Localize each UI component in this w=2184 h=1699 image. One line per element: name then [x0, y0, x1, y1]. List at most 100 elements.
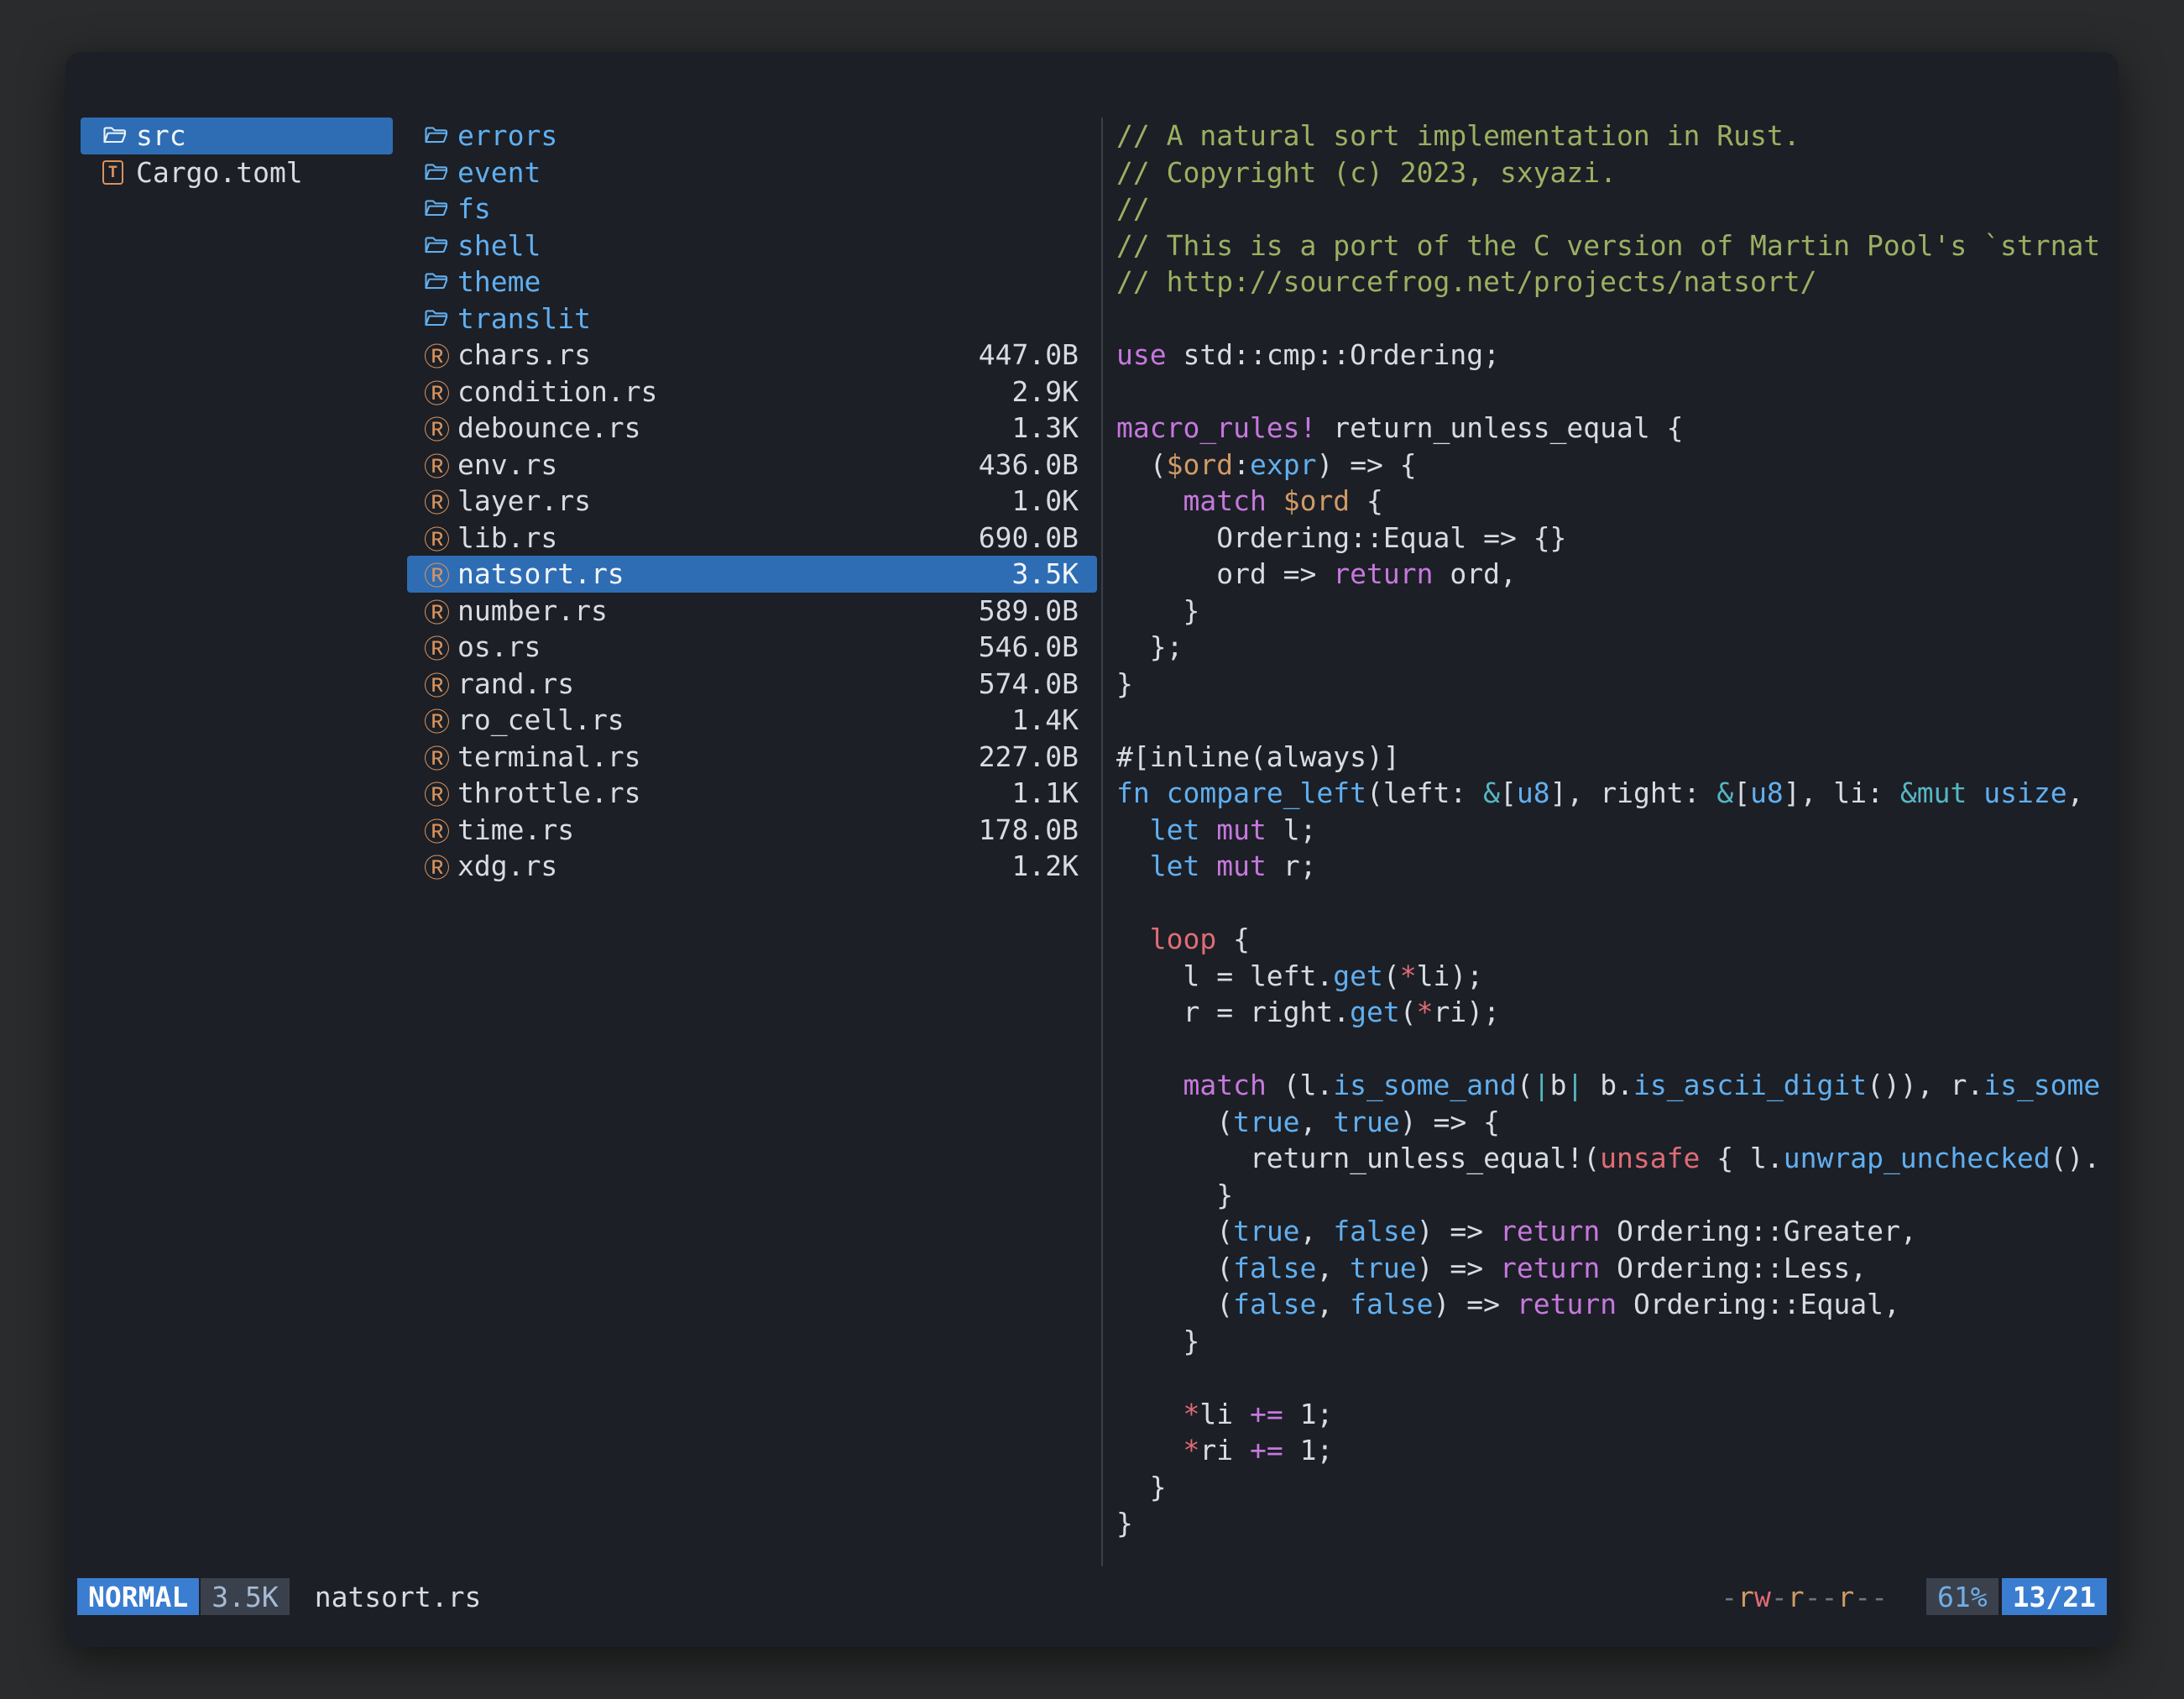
item-label: theme	[457, 265, 541, 298]
rust-icon: Ⓡ	[424, 738, 457, 776]
rust-icon: Ⓡ	[424, 701, 457, 739]
folder-open-icon	[424, 271, 457, 292]
text-segment: }	[1116, 594, 1199, 627]
file-row[interactable]: Ⓡos.rs546.0B	[407, 629, 1097, 666]
text-segment: macro_rules!	[1116, 411, 1316, 444]
parent-pane: srcTCargo.toml	[81, 118, 393, 191]
text-segment: (	[1517, 1069, 1534, 1101]
folder-row[interactable]: shell	[407, 227, 1097, 264]
text-segment: is_ascii_digit	[1633, 1069, 1867, 1101]
folder-row[interactable]: translit	[407, 301, 1097, 337]
text-segment: ord,	[1434, 557, 1517, 590]
file-row[interactable]: Ⓡcondition.rs2.9K	[407, 374, 1097, 410]
code-line: (true, false) => return Ordering::Greate…	[1116, 1213, 2115, 1250]
code-line	[1116, 301, 2115, 337]
item-size: 1.3K	[1012, 411, 1079, 444]
code-line: match (l.is_some_and(|b| b.is_ascii_digi…	[1116, 1067, 2115, 1104]
file-row[interactable]: Ⓡnumber.rs589.0B	[407, 593, 1097, 630]
text-segment: return	[1333, 557, 1433, 590]
text-segment: ], right:	[1550, 776, 1717, 809]
file-row[interactable]: Ⓡdebounce.rs 1.3K	[407, 410, 1097, 447]
text-segment	[1267, 484, 1283, 517]
file-row[interactable]: Ⓡterminal.rs227.0B	[407, 739, 1097, 776]
file-row[interactable]: Ⓡnatsort.rs3.5K	[407, 556, 1097, 593]
text-segment: u8	[1750, 776, 1784, 809]
text-segment: $ord	[1167, 448, 1233, 481]
file-row[interactable]: Ⓡxdg.rs1.2K	[407, 848, 1097, 885]
text-segment: return	[1517, 1288, 1617, 1320]
item-label: chars.rs	[457, 338, 591, 371]
folder-row[interactable]: fs	[407, 191, 1097, 227]
text-segment	[1967, 776, 1983, 809]
file-row[interactable]: Ⓡenv.rs436.0B	[407, 447, 1097, 484]
text-segment: (	[1116, 1106, 1233, 1138]
text-segment: -	[1805, 1581, 1821, 1613]
text-segment: (	[1400, 996, 1417, 1028]
text-segment	[1116, 1069, 1183, 1101]
text-segment: (left:	[1366, 776, 1483, 809]
text-segment: *	[1183, 1434, 1199, 1466]
text-segment: fn	[1116, 776, 1150, 809]
item-label: errors	[457, 119, 557, 152]
item-size: 1.4K	[1012, 703, 1079, 736]
item-label: Cargo.toml	[136, 156, 303, 189]
file-row[interactable]: Ⓡlib.rs690.0B	[407, 520, 1097, 557]
item-label: debounce.rs	[457, 411, 641, 444]
text-segment: is_some_and	[1333, 1069, 1517, 1101]
rust-icon: Ⓡ	[424, 774, 457, 812]
text-segment: get	[1333, 959, 1383, 992]
folder-row[interactable]: theme	[407, 264, 1097, 301]
text-segment: |	[1566, 1069, 1583, 1101]
file-row[interactable]: Ⓡthrottle.rs1.1K	[407, 775, 1097, 812]
rust-icon: Ⓡ	[424, 446, 457, 484]
file-row[interactable]: Ⓡchars.rs447.0B	[407, 337, 1097, 374]
rust-icon: Ⓡ	[424, 555, 457, 593]
folder-row[interactable]: event	[407, 154, 1097, 191]
item-size: 178.0B	[979, 813, 1079, 846]
code-line: *ri += 1;	[1116, 1432, 2115, 1469]
file-row[interactable]: Ⓡtime.rs178.0B	[407, 812, 1097, 849]
text-segment: Ordering::Less,	[1600, 1252, 1867, 1284]
rust-icon: Ⓡ	[424, 409, 457, 447]
file-row[interactable]: Ⓡrand.rs574.0B	[407, 666, 1097, 703]
code-line: Ordering::Equal => {}	[1116, 520, 2115, 557]
text-segment: +=	[1250, 1398, 1283, 1430]
file-row[interactable]: Ⓡro_cell.rs1.4K	[407, 702, 1097, 739]
text-segment: false	[1233, 1252, 1316, 1284]
code-line: // This is a port of the C version of Ma…	[1116, 227, 2115, 264]
text-segment: unwrap_unchecked	[1784, 1142, 2051, 1174]
text-segment: (	[1116, 1288, 1233, 1320]
text-segment	[1116, 813, 1150, 846]
text-segment: true	[1350, 1252, 1416, 1284]
text-segment: // This is a port of the C version of Ma…	[1116, 229, 2100, 262]
text-segment: match	[1183, 1069, 1266, 1101]
cursor-position-badge: 13/21	[2002, 1578, 2107, 1615]
folder-open-icon	[102, 125, 136, 146]
folder-row[interactable]: errors	[407, 118, 1097, 154]
code-line: let mut l;	[1116, 812, 2115, 849]
text-segment: r	[1837, 1581, 1854, 1613]
code-line: }	[1116, 666, 2115, 703]
status-filename: natsort.rs	[315, 1581, 482, 1613]
text-segment: ], li:	[1784, 776, 1900, 809]
text-segment: loop	[1150, 923, 1216, 955]
code-line: (false, false) => return Ordering::Equal…	[1116, 1286, 2115, 1323]
text-segment: false	[1333, 1215, 1416, 1247]
text-segment: #[inline(always)]	[1116, 740, 1400, 773]
file-row[interactable]: TCargo.toml	[81, 154, 393, 191]
code-line: match $ord {	[1116, 483, 2115, 520]
code-line: // Copyright (c) 2023, sxyazi.	[1116, 154, 2115, 191]
text-segment: r = right.	[1116, 996, 1350, 1028]
code-line: }	[1116, 1177, 2115, 1214]
item-size: 690.0B	[979, 521, 1079, 554]
file-row[interactable]: Ⓡlayer.rs1.0K	[407, 483, 1097, 520]
rust-icon: Ⓡ	[424, 336, 457, 374]
text-segment: ) => {	[1400, 1106, 1500, 1138]
item-label: shell	[457, 229, 541, 262]
file-size-badge: 3.5K	[201, 1578, 289, 1615]
text-segment: use	[1116, 338, 1167, 371]
folder-row[interactable]: src	[81, 118, 393, 154]
item-label: terminal.rs	[457, 740, 641, 773]
text-segment: }	[1116, 1325, 1199, 1357]
text-segment: ().	[2051, 1142, 2101, 1174]
